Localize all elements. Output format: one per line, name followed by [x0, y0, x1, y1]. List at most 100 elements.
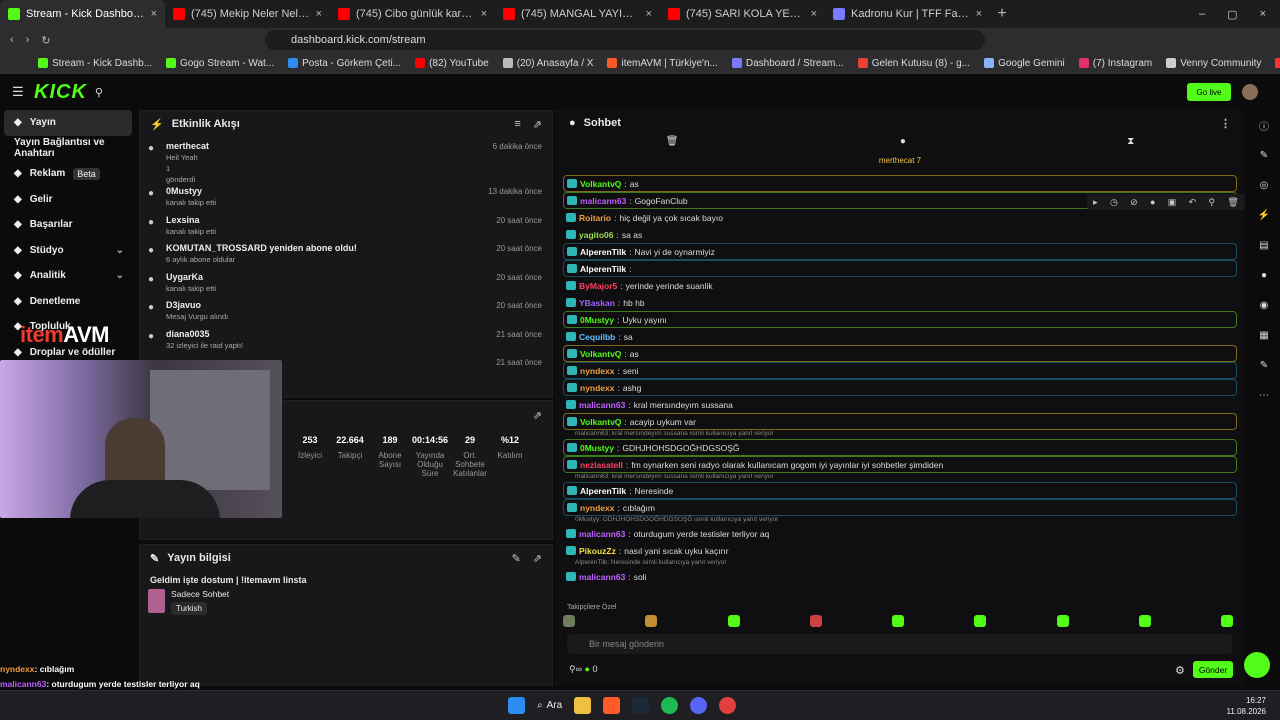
chat-message[interactable]: AlperenTilk: Navi yi de oynarmiyiz: [563, 243, 1237, 260]
copy-icon[interactable]: ▣: [1168, 197, 1177, 208]
chevron-down-icon[interactable]: ⌄: [116, 245, 124, 256]
bookmark-item[interactable]: Dashboard / Stream...: [731, 58, 844, 69]
chat-username[interactable]: 0Mustyy: [580, 315, 614, 325]
kick-logo[interactable]: KICK: [34, 81, 87, 104]
chat-message[interactable]: 0Mustyy: Uyku yayını: [563, 311, 1237, 328]
bookmark-item[interactable]: Google Gemini: [984, 58, 1065, 69]
bookmark-item[interactable]: Posta - Görkem Çeti...: [288, 58, 401, 69]
close-window-icon[interactable]: ×: [1260, 8, 1266, 20]
pin-icon[interactable]: ⚲: [95, 86, 103, 99]
new-tab-button[interactable]: +: [990, 0, 1014, 28]
support-chat-button[interactable]: [1244, 652, 1270, 678]
chat-username[interactable]: nyndexx: [580, 366, 615, 376]
chat-username[interactable]: malicann63: [579, 400, 625, 410]
share-icon[interactable]: ⋯: [1248, 380, 1280, 410]
chat-message[interactable]: malicann63: soli: [563, 568, 1237, 585]
filter-icon[interactable]: ≡: [514, 118, 520, 131]
popout-icon[interactable]: ⇗: [533, 409, 542, 422]
chat-message[interactable]: ByMajor5: yerinde yerinde suanlik: [563, 277, 1237, 294]
chat-footer-icons[interactable]: ⚲∞ ● 0: [569, 664, 597, 675]
chat-message[interactable]: nyndexx: seni: [563, 362, 1237, 379]
chat-username[interactable]: Roitario: [579, 213, 611, 223]
chat-message[interactable]: AlperenTilk:: [563, 260, 1237, 277]
clock[interactable]: 16:27 11.08.2026: [1227, 695, 1266, 717]
back-icon[interactable]: ‹: [10, 34, 14, 46]
chat-username[interactable]: YBaskan: [579, 298, 615, 308]
popout-icon[interactable]: ⇗: [533, 552, 542, 565]
url-field[interactable]: dashboard.kick.com/stream: [265, 30, 985, 50]
start-icon[interactable]: [508, 697, 525, 714]
chat-message[interactable]: VolkantvQ: acayip uykum var: [563, 413, 1237, 430]
go-live-button[interactable]: Go live: [1187, 83, 1231, 101]
chat-username[interactable]: AlperenTilk: [580, 247, 626, 257]
bolt-icon[interactable]: ⚡: [1248, 200, 1280, 230]
pencil-icon[interactable]: ✎: [1248, 140, 1280, 170]
bookmark-item[interactable]: Venny Community: [1166, 58, 1261, 69]
chat-message[interactable]: malicann63: kral mersındeyım sussana: [563, 396, 1237, 413]
undo-icon[interactable]: ↶: [1189, 197, 1197, 208]
reply-icon[interactable]: ●: [1150, 197, 1155, 207]
chat-username[interactable]: VolkantvQ: [580, 417, 621, 427]
search-button[interactable]: ⌕ Ara: [537, 700, 562, 711]
chat-username[interactable]: PikouzZz: [579, 546, 616, 556]
chat-username[interactable]: Cequilbb: [579, 332, 615, 342]
delete-icon[interactable]: 🗑: [1227, 197, 1238, 208]
chat-username[interactable]: malicann63: [579, 529, 625, 539]
emote-icon[interactable]: [974, 615, 987, 627]
bookmark-item[interactable]: (7) Instagram: [1078, 58, 1152, 69]
edit-icon[interactable]: ✎: [512, 552, 521, 565]
activity-item[interactable]: ● diana0035 32 izleyici ile raid yaptı! 21 …: [140, 325, 552, 354]
activity-item[interactable]: ● merthecat Heil Yeah 1 gönderdi 6 dakika önc…: [140, 137, 552, 184]
send-button[interactable]: Gönder: [1193, 661, 1233, 678]
ban-icon[interactable]: ⊘: [1130, 197, 1138, 208]
browser-tab[interactable]: (745) MANGAL YAYINI ÖNCESİ MEK ×: [495, 0, 660, 28]
sidebar-item[interactable]: ◆ Denetleme: [0, 289, 136, 315]
emote-icon[interactable]: [727, 615, 740, 627]
activity-item[interactable]: ● Lexsina kanalı takip etti 20 saat önce: [140, 211, 552, 240]
activity-item[interactable]: ● KOMUTAN_TROSSARD yeniden abone oldu! 6 a…: [140, 239, 552, 268]
bookmark-item[interactable]: (20) Anasayfa / X: [502, 58, 593, 69]
discord-icon[interactable]: [690, 697, 708, 714]
browser-tab[interactable]: (745) Cibo günlük karmakarışık #2 - ×: [330, 0, 495, 28]
target-icon[interactable]: ◎: [1248, 170, 1280, 200]
chat-username[interactable]: yagito06: [579, 230, 614, 240]
chat-username[interactable]: malicann63: [580, 196, 626, 206]
popout-icon[interactable]: ⇗: [533, 118, 542, 131]
close-icon[interactable]: ×: [976, 8, 982, 20]
steam-icon[interactable]: [632, 697, 650, 714]
more-icon[interactable]: ⋮: [1220, 117, 1231, 130]
sidebar-item[interactable]: ◆ Gelir: [0, 187, 136, 213]
sidebar-item[interactable]: ◆ Analitik ⌄: [0, 263, 136, 289]
chat-message[interactable]: nyndexx: ashg: [563, 379, 1237, 396]
emote-icon[interactable]: [1056, 615, 1069, 627]
spotify-icon[interactable]: [661, 697, 679, 714]
close-icon[interactable]: ×: [151, 8, 157, 20]
brave-icon[interactable]: [603, 697, 621, 714]
chat-username[interactable]: ByMajor5: [579, 281, 617, 291]
doc-icon[interactable]: ▤: [1248, 230, 1280, 260]
chat-username[interactable]: nyndexx: [580, 383, 615, 393]
bookmark-item[interactable]: Gogo Stream - Wat...: [166, 58, 274, 69]
chat-message[interactable]: AlperenTilk: Neresinde: [563, 482, 1237, 499]
chat-username[interactable]: VolkantvQ: [580, 179, 621, 189]
emote-icon[interactable]: [1221, 615, 1233, 627]
sidebar-item[interactable]: ◆ Stüdyo ⌄: [0, 238, 136, 264]
play-icon[interactable]: ▸: [1093, 197, 1098, 208]
settings-icon[interactable]: ⚙: [1175, 664, 1185, 677]
close-icon[interactable]: ×: [811, 8, 817, 20]
chat-username[interactable]: VolkantvQ: [580, 349, 621, 359]
chat-username[interactable]: nezlasatell: [580, 460, 623, 470]
emote-icon[interactable]: [1138, 615, 1151, 627]
browser-tab[interactable]: Kadronu Kur | TFF Fantezi Lig ×: [825, 0, 990, 28]
maximize-icon[interactable]: ▢: [1227, 8, 1237, 21]
chat-username[interactable]: AlperenTilk: [580, 264, 626, 274]
bookmark-item[interactable]: itemAVM | Türkiye'n...: [607, 58, 718, 69]
wrench-icon[interactable]: ✎: [1248, 350, 1280, 380]
chat-message[interactable]: yagito06: sa as: [563, 226, 1237, 243]
chat-message[interactable]: VolkantvQ: as: [563, 175, 1237, 192]
pinned-user[interactable]: merthecat 7: [555, 156, 1245, 170]
activity-item[interactable]: ● UygarKa kanalı takip etti 20 saat önce: [140, 268, 552, 297]
emote-icon[interactable]: [563, 615, 575, 627]
broadcast-icon[interactable]: ◉: [1248, 290, 1280, 320]
menu-icon[interactable]: ☰: [12, 84, 24, 100]
